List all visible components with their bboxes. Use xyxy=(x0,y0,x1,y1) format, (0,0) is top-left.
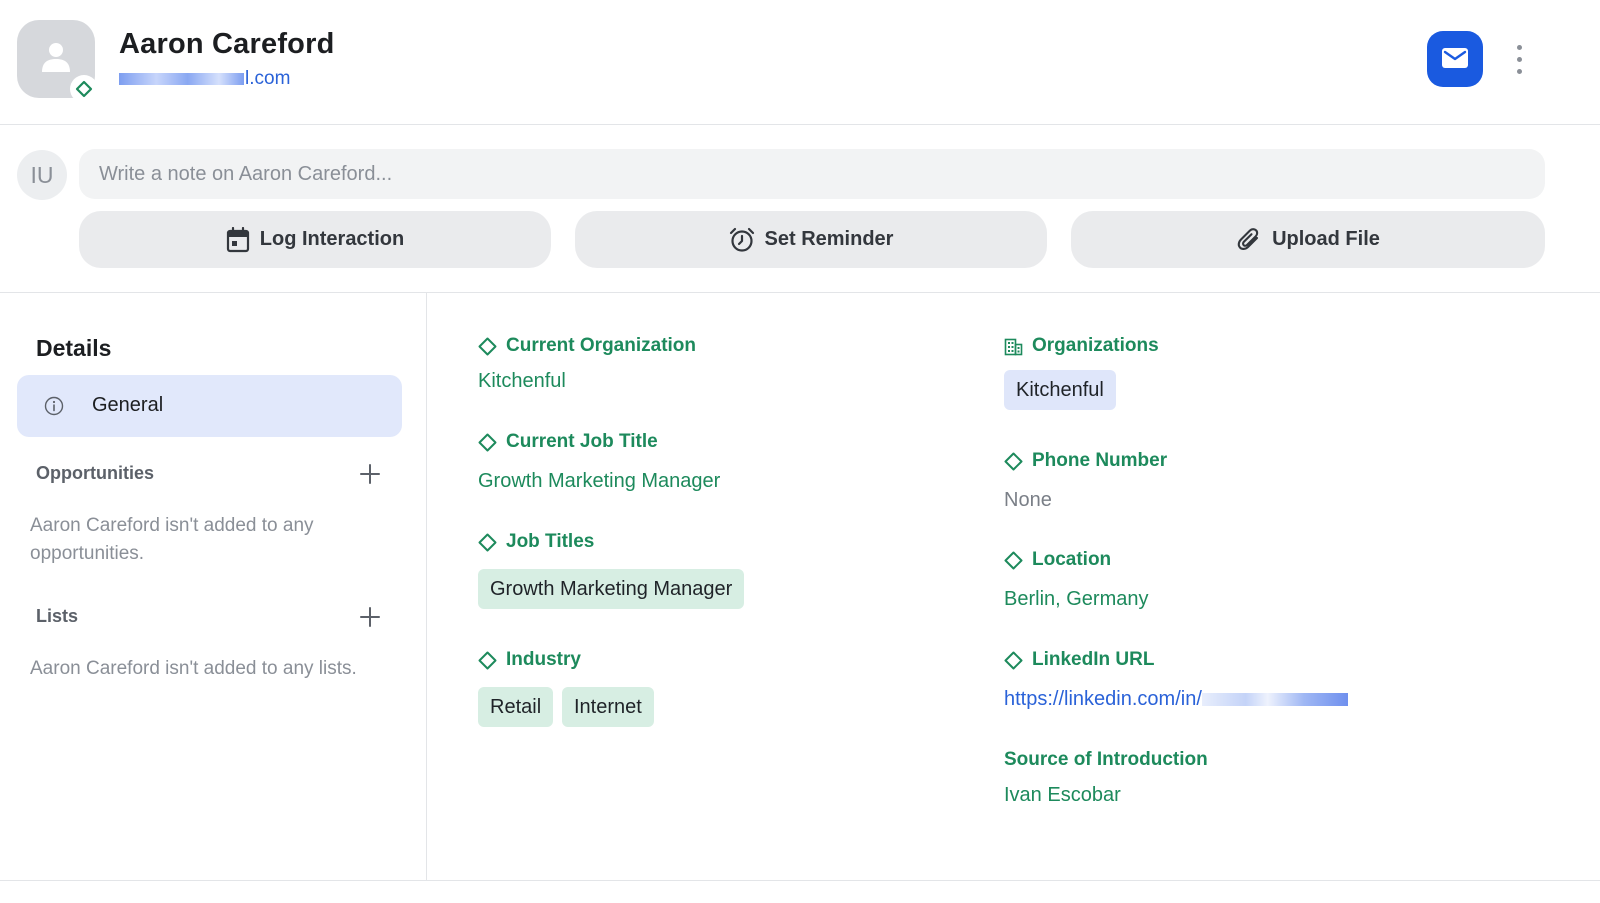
diamond-icon xyxy=(478,651,497,669)
location-value[interactable]: Berlin, Germany xyxy=(1004,588,1149,611)
job-title-chip[interactable]: Growth Marketing Manager xyxy=(478,569,745,609)
contact-email[interactable]: l.com xyxy=(119,68,290,90)
lists-title: Lists xyxy=(36,606,79,626)
contact-header: Aaron Careford l.com xyxy=(0,0,1600,125)
set-reminder-button[interactable]: Set Reminder xyxy=(575,211,1047,268)
current-organization-value[interactable]: Kitchenful xyxy=(478,370,566,393)
phone-number-value[interactable]: None xyxy=(1004,489,1052,512)
sidebar-item-general[interactable]: General xyxy=(17,375,402,437)
lists-empty-text: Aaron Careford isn't added to any lists. xyxy=(30,658,357,679)
industry-label: Industry xyxy=(478,649,581,671)
source-of-introduction-label: Source of Introduction xyxy=(1004,749,1208,771)
bottom-divider xyxy=(0,880,1600,881)
diamond-icon xyxy=(478,533,497,551)
job-titles-label: Job Titles xyxy=(478,531,594,553)
mail-icon xyxy=(1442,48,1468,68)
field-label-text: LinkedIn URL xyxy=(1032,649,1155,670)
log-interaction-button[interactable]: Log Interaction xyxy=(79,211,551,268)
note-input[interactable] xyxy=(79,149,1545,199)
plus-icon xyxy=(360,464,380,484)
more-vertical-icon[interactable] xyxy=(1507,40,1531,78)
source-of-introduction-value[interactable]: Ivan Escobar xyxy=(1004,784,1121,807)
alarm-clock-icon xyxy=(729,227,754,252)
field-label-text: Industry xyxy=(506,649,581,670)
contact-name: Aaron Careford xyxy=(119,28,335,60)
email-suffix: l.com xyxy=(245,68,291,89)
field-label-text: Organizations xyxy=(1032,335,1159,356)
location-label: Location xyxy=(1004,549,1111,571)
diamond-icon xyxy=(1004,452,1023,470)
field-label-text: Job Titles xyxy=(506,531,595,552)
log-interaction-label: Log Interaction xyxy=(259,228,405,250)
redacted-url-part xyxy=(1201,693,1348,707)
linkedin-url-value[interactable]: https://linkedin.com/in/ xyxy=(1004,688,1348,711)
field-label-text: Location xyxy=(1032,549,1112,570)
details-title: Details xyxy=(36,335,112,361)
redacted-email-part xyxy=(119,72,244,85)
industry-chip[interactable]: Retail xyxy=(478,687,554,727)
organization-chip[interactable]: Kitchenful xyxy=(1004,370,1116,410)
field-label-text: Current Job Title xyxy=(506,431,658,452)
opportunities-title: Opportunities xyxy=(36,463,154,483)
linkedin-url-text: https://linkedin.com/in/ xyxy=(1004,688,1202,710)
industry-chip[interactable]: Internet xyxy=(562,687,654,727)
diamond-icon xyxy=(1004,551,1023,569)
paperclip-icon xyxy=(1237,227,1259,250)
linkedin-url-label: LinkedIn URL xyxy=(1004,649,1154,671)
upload-file-label: Upload File xyxy=(1272,228,1380,250)
phone-number-label: Phone Number xyxy=(1004,450,1167,472)
diamond-icon xyxy=(1004,651,1023,669)
current-job-title-value[interactable]: Growth Marketing Manager xyxy=(478,470,720,493)
current-user-avatar: IU xyxy=(17,150,67,200)
sidebar-divider xyxy=(426,293,427,881)
organizations-label: Organizations xyxy=(1004,335,1159,357)
field-label-text: Phone Number xyxy=(1032,450,1168,471)
diamond-icon xyxy=(478,337,497,355)
add-opportunity-button[interactable] xyxy=(357,461,383,487)
upload-file-button[interactable]: Upload File xyxy=(1071,211,1545,268)
current-organization-label: Current Organization xyxy=(478,335,696,357)
section-divider xyxy=(0,292,1600,293)
opportunities-empty-text: Aaron Careford isn't added to any opport… xyxy=(30,515,314,564)
add-list-button[interactable] xyxy=(357,604,383,630)
diamond-icon xyxy=(478,433,497,451)
diamond-icon xyxy=(75,80,93,98)
sidebar-item-label: General xyxy=(92,394,164,416)
calendar-icon xyxy=(226,226,249,252)
info-icon xyxy=(44,396,64,416)
building-icon xyxy=(1004,338,1023,355)
person-icon xyxy=(42,43,70,72)
set-reminder-label: Set Reminder xyxy=(764,228,894,250)
plus-icon xyxy=(360,607,380,627)
avatar-badge xyxy=(70,75,98,103)
send-email-button[interactable] xyxy=(1427,31,1483,87)
field-label-text: Source of Introduction xyxy=(1004,749,1208,770)
current-job-title-label: Current Job Title xyxy=(478,431,658,453)
field-label-text: Current Organization xyxy=(506,335,697,356)
